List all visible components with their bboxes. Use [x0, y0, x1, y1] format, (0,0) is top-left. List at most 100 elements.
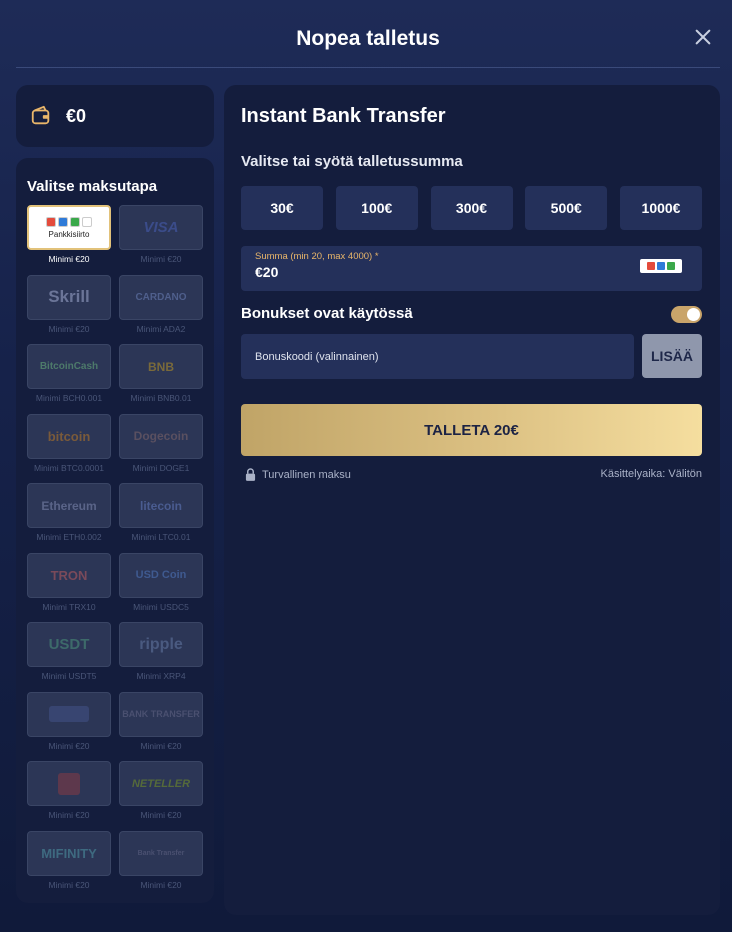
ethereum-logo: Ethereum [27, 483, 111, 528]
method-minimum: Minimi €20 [48, 254, 90, 264]
bnb-logo: BNB [119, 344, 203, 389]
logo-text: Skrill [48, 287, 90, 306]
payment-method-skrill[interactable]: Skrill Minimi €20 [27, 274, 111, 345]
quick-amount-300[interactable]: 300€ [430, 186, 513, 230]
payment-method-pankkisiirto[interactable]: Pankkisiirto Minimi €20 [27, 205, 111, 275]
payment-method-pay-n-play[interactable]: Minimi €20 [27, 691, 111, 762]
siirto-graphic [58, 772, 80, 795]
siirto-logo [27, 761, 111, 806]
close-icon[interactable] [692, 26, 714, 48]
logo-text: CARDANO [135, 291, 187, 303]
amount-input[interactable] [255, 264, 615, 280]
logo-text: VISA [143, 219, 179, 236]
lock-icon [245, 468, 256, 481]
logo-text: ripple [139, 635, 183, 653]
payment-methods-title: Valitse maksutapa [27, 178, 158, 195]
method-minimum: Minimi €20 [48, 879, 90, 890]
method-minimum: Minimi DOGE1 [132, 462, 190, 473]
logo-text: NETELLER [131, 777, 191, 790]
payment-method-litecoin[interactable]: litecoin Minimi LTC0.01 [119, 483, 203, 553]
litecoin-logo: litecoin [119, 483, 203, 528]
logo-text: TRON [50, 567, 88, 583]
bonus-label: Bonukset ovat käytössä [241, 305, 413, 322]
quick-amount-1000[interactable]: 1000€ [620, 186, 702, 230]
amount-label: Valitse tai syötä talletussumma [241, 153, 463, 170]
logo-text: BitcoinCash [39, 361, 99, 372]
payment-method-bitcoincash[interactable]: BitcoinCash Minimi BCH0.001 [27, 344, 111, 414]
bitcoin-logo: bitcoin [27, 413, 111, 459]
bonus-toggle[interactable] [671, 306, 702, 323]
method-minimum: Minimi €20 [48, 323, 90, 334]
payment-methods-panel: Valitse maksutapa Pankkisiirto Minimi €20… [16, 158, 214, 903]
payment-method-ripple[interactable]: ripple Minimi XRP4 [119, 622, 203, 692]
method-minimum: Minimi USDT5 [41, 671, 97, 681]
balance-amount: €0 [66, 105, 87, 126]
deposit-submit-button[interactable]: TALLETA 20€ [241, 404, 702, 456]
payment-method-tron[interactable]: TRON Minimi TRX10 [27, 552, 111, 623]
pay-n-play-logo [27, 691, 111, 737]
amount-field[interactable]: Summa (min 20, max 4000) * [241, 246, 702, 291]
modal-title: Nopea talletus [296, 26, 440, 50]
payment-method-visa[interactable]: VISA Minimi €20 [119, 205, 203, 275]
payment-method-title: Instant Bank Transfer [241, 105, 446, 127]
tron-logo: TRON [27, 552, 111, 598]
logo-text: Pankkisiirto [48, 229, 90, 239]
method-minimum: Minimi USDC5 [133, 601, 189, 612]
method-minimum: Minimi €20 [48, 810, 90, 820]
payment-method-ethereum[interactable]: Ethereum Minimi ETH0.002 [27, 483, 111, 553]
payment-method-bank-transfer-2[interactable]: Bank Transfer Minimi €20 [119, 830, 203, 901]
logo-text: Bank Transfer [137, 849, 185, 857]
payment-method-dogecoin[interactable]: Dogecoin Minimi DOGE1 [119, 413, 203, 484]
method-minimum: Minimi €20 [140, 254, 182, 264]
payment-method-cardano[interactable]: CARDANO Minimi ADA2 [119, 274, 203, 345]
mifinity-logo: MIFINITY [27, 830, 111, 876]
logo-text: Ethereum [41, 498, 97, 513]
logo-text: bitcoin [47, 428, 91, 444]
quick-amount-500[interactable]: 500€ [525, 186, 608, 230]
payment-method-usdt[interactable]: USDT Minimi USDT5 [27, 622, 111, 692]
method-minimum: Minimi BNB0.01 [130, 393, 192, 403]
logo-text: USD Coin [135, 569, 187, 581]
method-minimum: Minimi €20 [140, 879, 182, 890]
bank-transfer-2-logo: Bank Transfer [119, 830, 203, 876]
method-minimum: Minimi €20 [140, 740, 182, 751]
payment-method-usdcoin[interactable]: USD Coin Minimi USDC5 [119, 552, 203, 623]
bank-transfer-logo: BANK TRANSFER [119, 691, 203, 737]
payment-method-mifinity[interactable]: MIFINITY Minimi €20 [27, 830, 111, 901]
neteller-logo: NETELLER [119, 761, 203, 806]
deposit-modal: Nopea talletus €0 Valitse maksutapa Pank… [0, 0, 732, 932]
usdt-logo: USDT [27, 622, 111, 667]
skrill-logo: Skrill [27, 274, 111, 320]
secure-payment-text: Turvallinen maksu [262, 468, 351, 481]
add-bonus-button[interactable]: LISÄÄ [642, 334, 702, 378]
pankkisiirto-squares [46, 216, 92, 227]
bitcoincash-logo: BitcoinCash [27, 344, 111, 389]
logo-text: litecoin [139, 498, 182, 513]
visa-logo: VISA [119, 205, 203, 250]
processing-time: Käsittelyaika: Välitön [600, 468, 703, 480]
quick-amounts: 30€ 100€ 300€ 500€ 1000€ [241, 186, 702, 230]
method-minimum: Minimi €20 [48, 740, 90, 751]
dogecoin-logo: Dogecoin [119, 413, 203, 459]
toggle-knob [687, 308, 700, 321]
pankkisiirto-mini-logo [640, 259, 682, 273]
logo-text: BNB [148, 359, 174, 374]
amount-field-label: Summa (min 20, max 4000) * [255, 251, 379, 262]
bonus-code-input[interactable] [241, 334, 634, 379]
payment-methods-grid: Pankkisiirto Minimi €20 VISA Minimi €20 Skri… [27, 205, 203, 900]
method-minimum: Minimi LTC0.01 [131, 532, 191, 542]
method-minimum: Minimi €20 [140, 810, 182, 820]
logo-text: MIFINITY [41, 845, 97, 861]
payment-method-neteller[interactable]: NETELLER Minimi €20 [119, 761, 203, 831]
payment-method-bnb[interactable]: BNB Minimi BNB0.01 [119, 344, 203, 414]
quick-amount-30[interactable]: 30€ [241, 186, 323, 230]
method-minimum: Minimi ADA2 [136, 323, 186, 334]
quick-amount-100[interactable]: 100€ [335, 186, 418, 230]
payment-method-siirto[interactable]: Minimi €20 [27, 761, 111, 831]
logo-text: Dogecoin [133, 429, 189, 443]
payment-method-bitcoin[interactable]: bitcoin Minimi BTC0.0001 [27, 413, 111, 484]
method-minimum: Minimi ETH0.002 [36, 532, 102, 542]
method-minimum: Minimi BCH0.001 [35, 393, 103, 403]
payment-method-bank-transfer[interactable]: BANK TRANSFER Minimi €20 [119, 691, 203, 762]
method-minimum: Minimi XRP4 [136, 671, 186, 681]
